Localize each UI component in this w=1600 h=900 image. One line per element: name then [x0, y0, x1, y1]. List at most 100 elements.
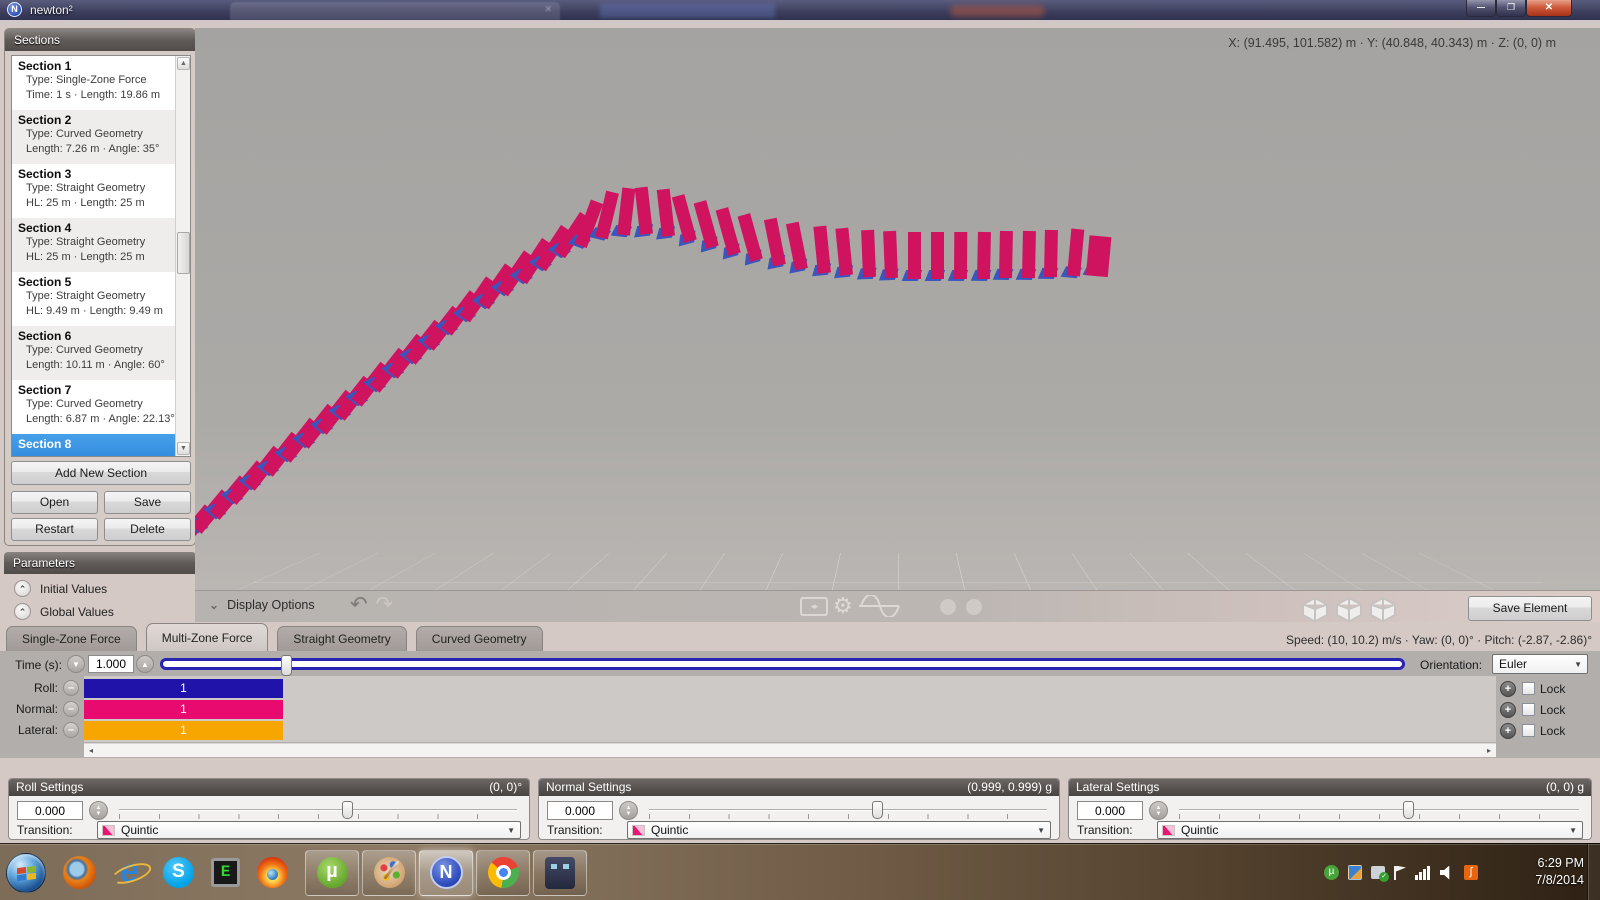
newton-icon[interactable] — [430, 856, 463, 889]
settings-slider[interactable] — [649, 801, 1047, 820]
settings-slider[interactable] — [1179, 801, 1579, 820]
time-slider-thumb[interactable] — [281, 655, 292, 676]
time-input[interactable] — [88, 655, 134, 673]
section-list-item[interactable]: Section 4Type: Straight GeometryHL: 25 m… — [12, 218, 176, 272]
chevron-up-icon[interactable] — [14, 603, 31, 620]
time-decrement-button[interactable] — [67, 655, 85, 673]
section-list-item[interactable]: Section 7Type: Curved GeometryLength: 6.… — [12, 380, 176, 434]
usb-tray-icon[interactable] — [1371, 866, 1385, 879]
settings-value-input[interactable] — [17, 801, 83, 820]
slider-thumb[interactable] — [342, 801, 353, 819]
start-taskbar-button[interactable] — [6, 853, 46, 893]
restore-button[interactable] — [1496, 0, 1526, 17]
undo-icon[interactable]: ↶ — [350, 593, 368, 616]
ie-icon[interactable] — [113, 856, 146, 889]
display-options-toggle[interactable]: Display Options — [209, 598, 315, 612]
update-tray-icon[interactable] — [1348, 865, 1362, 880]
section-list-item[interactable]: Section 3Type: Straight GeometryHL: 25 m… — [12, 164, 176, 218]
newton-taskbar-button[interactable] — [419, 850, 473, 896]
section-list-item[interactable]: Section 6Type: Curved GeometryLength: 10… — [12, 326, 176, 380]
transition-dropdown[interactable]: Quintic — [97, 821, 521, 839]
lock-checkbox[interactable] — [1522, 703, 1535, 716]
terminal-taskbar-button[interactable] — [211, 858, 240, 887]
force-zone-bar[interactable]: 1 — [84, 721, 283, 740]
volume-tray-icon[interactable] — [1440, 866, 1455, 880]
flame-taskbar-button[interactable] — [257, 857, 288, 888]
remove-zone-icon[interactable] — [63, 680, 79, 696]
parameter-group-initial-values[interactable]: Initial Values — [14, 580, 196, 597]
transition-dropdown[interactable]: Quintic — [1157, 821, 1583, 839]
close-button[interactable] — [1526, 0, 1572, 17]
view-cube-icon[interactable] — [1368, 596, 1398, 623]
lock-checkbox[interactable] — [1522, 682, 1535, 695]
scroll-down-icon[interactable] — [177, 442, 190, 455]
gear-icon[interactable] — [833, 595, 853, 617]
flame-icon[interactable] — [257, 857, 288, 888]
add-zone-icon[interactable] — [1500, 702, 1516, 718]
delete-button[interactable]: Delete — [104, 518, 191, 541]
time-slider[interactable] — [160, 658, 1405, 670]
tab-multi-zone-force[interactable]: Multi-Zone Force — [146, 623, 269, 651]
robot-icon[interactable] — [545, 857, 575, 889]
lock-checkbox[interactable] — [1522, 724, 1535, 737]
add-zone-icon[interactable] — [1500, 681, 1516, 697]
chrome-taskbar-button[interactable] — [476, 850, 530, 896]
signal-tray-icon[interactable] — [1415, 866, 1431, 880]
section-list-item[interactable]: Section 5Type: Straight GeometryHL: 9.49… — [12, 272, 176, 326]
settings-stepper[interactable]: ▲▼ — [1149, 801, 1168, 820]
robot-taskbar-button[interactable] — [533, 850, 587, 896]
settings-stepper[interactable]: ▲▼ — [89, 801, 108, 820]
paint-icon[interactable] — [374, 857, 405, 888]
scroll-left-icon[interactable] — [89, 746, 93, 755]
settings-slider[interactable] — [119, 801, 517, 820]
slider-thumb[interactable] — [1403, 801, 1414, 819]
settings-stepper[interactable]: ▲▼ — [619, 801, 638, 820]
chrome-icon[interactable] — [488, 857, 519, 888]
sections-scrollbar[interactable] — [175, 56, 190, 456]
terminal-icon[interactable] — [211, 858, 240, 887]
taskbar-clock[interactable]: 6:29 PM 7/8/2014 — [1535, 855, 1584, 889]
firefox-icon[interactable] — [63, 856, 96, 889]
zone-scrollbar[interactable] — [84, 743, 1496, 757]
add-new-section-button[interactable]: Add New Section — [11, 461, 191, 485]
section-list-item[interactable]: Section 1Type: Single-Zone ForceTime: 1 … — [12, 56, 176, 110]
section-list-item[interactable]: Section 8 — [12, 434, 176, 457]
skype-taskbar-button[interactable] — [163, 857, 194, 888]
java-tray-icon[interactable] — [1464, 865, 1478, 880]
show-desktop-button[interactable] — [1587, 844, 1600, 900]
firefox-taskbar-button[interactable] — [63, 856, 96, 889]
scroll-right-icon[interactable] — [1487, 746, 1491, 755]
save-button[interactable]: Save — [104, 491, 191, 514]
redo-icon[interactable]: ↷ — [375, 593, 393, 616]
force-zone-bar[interactable]: 1 — [84, 700, 283, 719]
minimize-button[interactable] — [1466, 0, 1496, 17]
flag-tray-icon[interactable] — [1394, 866, 1406, 880]
open-button[interactable]: Open — [11, 491, 98, 514]
start-icon[interactable] — [6, 853, 46, 893]
remove-zone-icon[interactable] — [63, 701, 79, 717]
paint-taskbar-button[interactable] — [362, 850, 416, 896]
3d-viewport[interactable]: X: (91.495, 101.582) m · Y: (40.848, 40.… — [195, 28, 1600, 590]
save-element-button[interactable]: Save Element — [1468, 596, 1592, 621]
sine-wave-icon[interactable] — [858, 595, 900, 617]
time-increment-button[interactable] — [136, 655, 154, 673]
tab-curved-geometry[interactable]: Curved Geometry — [416, 626, 543, 651]
remove-zone-icon[interactable] — [63, 722, 79, 738]
section-list-item[interactable]: Section 2Type: Curved GeometryLength: 7.… — [12, 110, 176, 164]
skype-icon[interactable] — [163, 857, 194, 888]
utorrent-icon[interactable] — [317, 857, 348, 888]
slider-thumb[interactable] — [872, 801, 883, 819]
restart-button[interactable]: Restart — [11, 518, 98, 541]
transition-dropdown[interactable]: Quintic — [627, 821, 1051, 839]
ie-taskbar-button[interactable] — [113, 856, 146, 889]
scroll-up-icon[interactable] — [177, 57, 190, 70]
chevron-up-icon[interactable] — [14, 580, 31, 597]
settings-value-input[interactable] — [1077, 801, 1143, 820]
view-cube-icon[interactable] — [1334, 596, 1364, 623]
view-cube-icon[interactable] — [1300, 596, 1330, 623]
orientation-dropdown[interactable]: Euler — [1492, 654, 1588, 674]
utorrent-taskbar-button[interactable] — [305, 850, 359, 896]
force-zone-bar[interactable]: 1 — [84, 679, 283, 698]
ut-tray-icon[interactable] — [1324, 865, 1339, 880]
tab-single-zone-force[interactable]: Single-Zone Force — [6, 626, 137, 651]
